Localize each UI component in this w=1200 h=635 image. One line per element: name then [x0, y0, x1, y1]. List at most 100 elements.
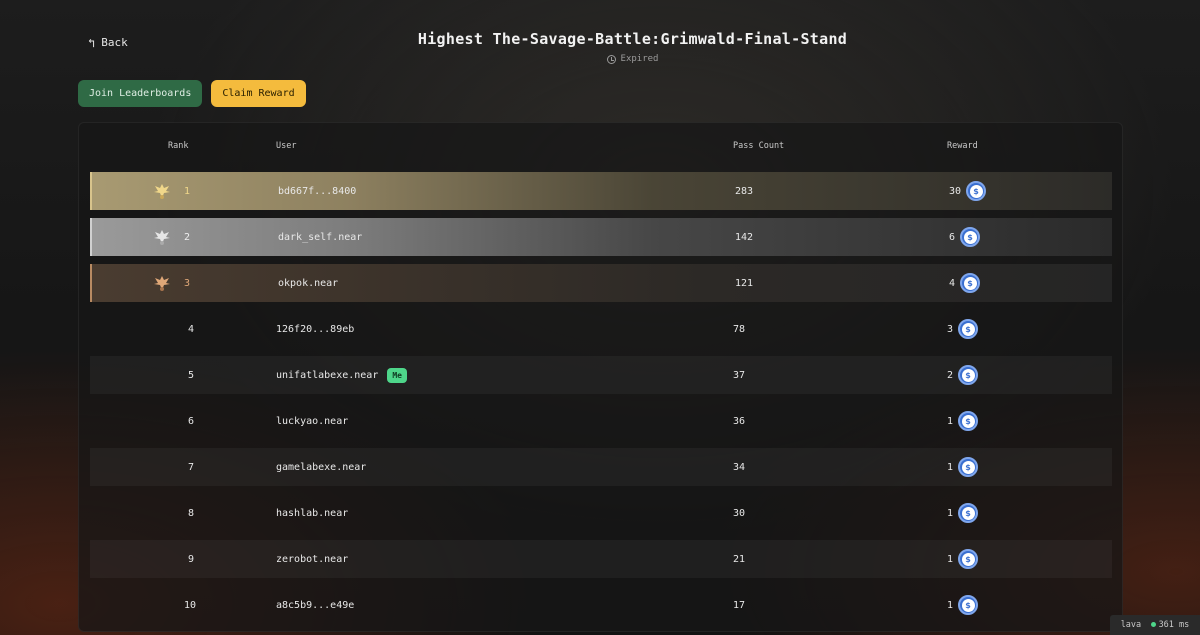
table-row[interactable]: 8 hashlab.near 30 1 $ [90, 494, 1112, 532]
coin-icon: $ [958, 595, 979, 615]
coin-icon: $ [958, 411, 979, 431]
user-name: luckyao.near [276, 415, 349, 427]
user-cell: gamelabexe.near [276, 448, 366, 486]
claim-reward-button[interactable]: Claim Reward [211, 80, 306, 107]
table-row[interactable]: 2 dark_self.near 142 6 $ [90, 218, 1112, 256]
me-badge: Me [387, 367, 407, 383]
table-row[interactable]: 10 a8c5b9...e49e 17 1 $ [90, 586, 1112, 624]
eagle-medal-icon [154, 184, 170, 199]
user-cell: a8c5b9...e49e [276, 586, 354, 624]
user-name: gamelabexe.near [276, 461, 367, 473]
eagle-medal-icon [154, 230, 170, 245]
user-name: okpok.near [278, 277, 339, 289]
network-name: lava [1120, 620, 1142, 630]
coin-icon: $ [960, 227, 981, 247]
user-name: a8c5b9...e49e [276, 599, 355, 611]
pass-count-cell: 30 [733, 507, 746, 519]
coin-icon: $ [966, 181, 987, 201]
reward-cell: 1 $ [947, 448, 979, 486]
reward-value: 4 [949, 277, 956, 289]
coin-icon: $ [958, 457, 979, 477]
page-header: ↰ Back Highest The-Savage-Battle:Grimwal… [0, 0, 1200, 80]
reward-cell: 2 $ [947, 356, 979, 394]
rank-value: 7 [188, 461, 195, 473]
latency-value: 361 ms [1158, 620, 1190, 630]
pass-count-cell: 37 [733, 369, 746, 381]
rank-cell: 10 [184, 586, 254, 624]
reward-value: 1 [947, 599, 954, 611]
latency-indicator: 361 ms [1150, 620, 1190, 630]
rank-value: 9 [188, 553, 195, 565]
leaderboard-table: Rank User Pass Count Reward 1 bd667f...8… [78, 122, 1123, 632]
reward-cell: 1 $ [947, 402, 979, 440]
reward-value: 6 [949, 231, 956, 243]
pass-count-cell: 142 [735, 231, 754, 243]
user-name: dark_self.near [278, 231, 363, 243]
table-body: 1 bd667f...8400 283 30 $ 2 dark_self.nea… [90, 172, 1112, 632]
table-row[interactable]: 4 126f20...89eb 78 3 $ [90, 310, 1112, 348]
reward-cell: 3 $ [947, 310, 979, 348]
coin-icon: $ [960, 273, 981, 293]
rank-value: 2 [184, 231, 191, 243]
reward-cell: 1 $ [947, 494, 979, 532]
rank-cell: 9 [188, 540, 258, 578]
rank-value: 5 [188, 369, 195, 381]
table-row[interactable]: 9 zerobot.near 21 1 $ [90, 540, 1112, 578]
user-cell: okpok.near [278, 264, 338, 302]
user-name: unifatlabexe.near [276, 369, 379, 381]
table-row[interactable]: 3 okpok.near 121 4 $ [90, 264, 1112, 302]
reward-cell: 1 $ [947, 540, 979, 578]
pass-count-cell: 78 [733, 323, 746, 335]
rank-cell: 5 [188, 356, 258, 394]
reward-value: 2 [947, 369, 954, 381]
table-row[interactable]: 7 gamelabexe.near 34 1 $ [90, 448, 1112, 486]
rank-cell: 8 [188, 494, 258, 532]
table-row[interactable]: 6 luckyao.near 36 1 $ [90, 402, 1112, 440]
rank-value: 10 [184, 599, 197, 611]
reward-value: 1 [947, 507, 954, 519]
rank-cell: 7 [188, 448, 258, 486]
table-row[interactable]: 1 bd667f...8400 283 30 $ [90, 172, 1112, 210]
eagle-medal-icon [154, 276, 170, 291]
table-header: Rank User Pass Count Reward [79, 141, 1122, 155]
user-cell: hashlab.near [276, 494, 348, 532]
table-row[interactable]: 5 unifatlabexe.near Me 37 2 $ [90, 356, 1112, 394]
rank-cell: 3 [152, 264, 222, 302]
rank-cell: 2 [152, 218, 222, 256]
pass-count-cell: 34 [733, 461, 746, 473]
rank-cell: 4 [188, 310, 258, 348]
user-cell: dark_self.near [278, 218, 362, 256]
rank-value: 6 [188, 415, 195, 427]
status-indicator: Expired [0, 54, 1200, 64]
user-name: zerobot.near [276, 553, 349, 565]
reward-value: 1 [947, 461, 954, 473]
reward-value: 3 [947, 323, 954, 335]
reward-cell: 4 $ [949, 264, 981, 302]
join-leaderboards-button[interactable]: Join Leaderboards [78, 80, 203, 107]
pass-count-cell: 283 [735, 185, 754, 197]
user-name: 126f20...89eb [276, 323, 355, 335]
rank-value: 1 [184, 185, 191, 197]
page-title: Highest The-Savage-Battle:Grimwald-Final… [417, 30, 848, 48]
reward-value: 1 [947, 415, 954, 427]
column-header-pass-count: Pass Count [733, 141, 785, 151]
pass-count-cell: 121 [735, 277, 754, 289]
user-cell: bd667f...8400 [278, 172, 356, 210]
reward-cell: 6 $ [949, 218, 981, 256]
rank-value: 8 [188, 507, 195, 519]
column-header-rank: Rank [168, 141, 189, 151]
coin-icon: $ [958, 549, 979, 569]
action-bar: Join Leaderboards Claim Reward [78, 80, 306, 107]
network-status: lava 361 ms [1110, 615, 1200, 635]
rank-cell: 6 [188, 402, 258, 440]
clock-icon [606, 54, 616, 64]
rank-value: 3 [184, 277, 191, 289]
coin-icon: $ [958, 365, 979, 385]
column-header-reward: Reward [947, 141, 978, 151]
pass-count-cell: 21 [733, 553, 746, 565]
reward-cell: 1 $ [947, 586, 979, 624]
rank-cell: 1 [152, 172, 222, 210]
coin-icon: $ [958, 503, 979, 523]
status-text: Expired [620, 54, 659, 64]
column-header-user: User [276, 141, 297, 151]
